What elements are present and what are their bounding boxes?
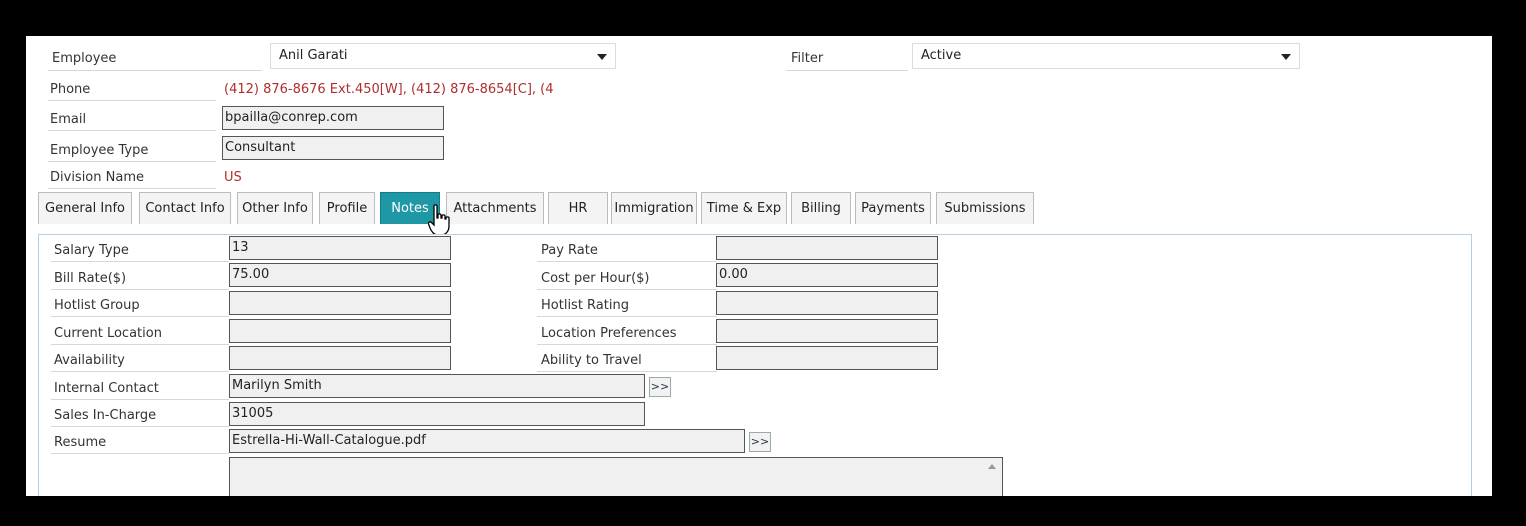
scroll-up-arrow-icon[interactable] xyxy=(988,464,996,469)
email-field[interactable]: bpailla@conrep.com xyxy=(222,106,444,130)
divider xyxy=(537,316,717,317)
current-location-label: Current Location xyxy=(54,326,162,341)
availability-field[interactable] xyxy=(229,346,451,370)
cost-per-hour-field[interactable]: 0.00 xyxy=(716,263,938,287)
tab-other-info[interactable]: Other Info xyxy=(237,192,313,224)
location-preferences-label: Location Preferences xyxy=(541,326,677,341)
tab-general-info[interactable]: General Info xyxy=(38,192,132,224)
divider xyxy=(48,130,216,131)
tab-profile[interactable]: Profile xyxy=(319,192,375,224)
employee-label: Employee xyxy=(52,51,117,66)
employee-select-value: Anil Garati xyxy=(279,48,348,63)
hotlist-rating-field[interactable] xyxy=(716,291,938,315)
internal-contact-field[interactable]: Marilyn Smith xyxy=(229,374,645,398)
internal-contact-label: Internal Contact xyxy=(54,381,159,396)
sales-in-charge-label: Sales In-Charge xyxy=(54,408,157,423)
division-label: Division Name xyxy=(50,170,144,185)
divider xyxy=(48,161,216,162)
pay-rate-field[interactable] xyxy=(716,236,938,260)
cost-per-hour-label: Cost per Hour($) xyxy=(541,271,650,286)
phone-value: (412) 876-8676 Ext.450[W], (412) 876-865… xyxy=(224,82,554,97)
divider xyxy=(537,371,717,372)
availability-label: Availability xyxy=(54,353,125,368)
divider xyxy=(48,100,216,101)
resume-field[interactable]: Estrella-Hi-Wall-Catalogue.pdf xyxy=(229,429,745,453)
employee-type-field[interactable]: Consultant xyxy=(222,136,444,160)
divider xyxy=(51,344,229,345)
hotlist-group-label: Hotlist Group xyxy=(54,298,140,313)
tab-submissions[interactable]: Submissions xyxy=(936,192,1034,224)
ability-to-travel-field[interactable] xyxy=(716,346,938,370)
chevron-down-icon xyxy=(1281,54,1291,60)
divider xyxy=(48,70,262,71)
divider xyxy=(786,70,908,71)
divider xyxy=(51,261,229,262)
divider xyxy=(48,188,216,189)
divider xyxy=(51,289,229,290)
internal-contact-picker-button[interactable]: >> xyxy=(649,377,671,397)
divider xyxy=(51,316,229,317)
filter-select-value: Active xyxy=(921,48,962,63)
division-value: US xyxy=(224,170,242,185)
pay-rate-label: Pay Rate xyxy=(541,243,598,258)
divider xyxy=(51,426,229,427)
salary-type-label: Salary Type xyxy=(54,243,129,258)
tab-billing[interactable]: Billing xyxy=(791,192,851,224)
hotlist-group-field[interactable] xyxy=(229,291,451,315)
divider xyxy=(537,344,717,345)
tab-hr[interactable]: HR xyxy=(548,192,608,224)
tab-immigration[interactable]: Immigration xyxy=(611,192,697,224)
employee-select[interactable]: Anil Garati xyxy=(270,43,616,69)
phone-label: Phone xyxy=(50,82,91,97)
divider xyxy=(51,453,229,454)
filter-select[interactable]: Active xyxy=(912,43,1300,69)
salary-type-field[interactable]: 13 xyxy=(229,236,451,260)
location-preferences-field[interactable] xyxy=(716,319,938,343)
ability-to-travel-label: Ability to Travel xyxy=(541,353,642,368)
hotlist-rating-label: Hotlist Rating xyxy=(541,298,629,313)
employee-type-label: Employee Type xyxy=(50,143,149,158)
notes-textarea[interactable] xyxy=(229,457,1003,496)
divider xyxy=(537,289,717,290)
divider xyxy=(537,261,717,262)
bill-rate-label: Bill Rate($) xyxy=(54,271,127,286)
email-label: Email xyxy=(50,112,87,127)
chevron-down-icon xyxy=(597,54,607,60)
current-location-field[interactable] xyxy=(229,319,451,343)
divider xyxy=(51,399,229,400)
filter-label: Filter xyxy=(791,51,824,66)
resume-picker-button[interactable]: >> xyxy=(749,432,771,452)
resume-label: Resume xyxy=(54,435,107,450)
tab-attachments[interactable]: Attachments xyxy=(446,192,544,224)
divider xyxy=(51,371,229,372)
bill-rate-field[interactable]: 75.00 xyxy=(229,263,451,287)
hand-pointer-icon xyxy=(428,204,450,236)
employee-form-window: Employee Anil Garati Filter Active Phone… xyxy=(26,36,1492,496)
general-info-panel: Salary Type 13 Pay Rate Bill Rate($) 75.… xyxy=(38,234,1472,496)
sales-in-charge-field[interactable]: 31005 xyxy=(229,402,645,426)
tab-time-exp[interactable]: Time & Exp xyxy=(701,192,787,224)
tab-contact-info[interactable]: Contact Info xyxy=(139,192,231,224)
tab-payments[interactable]: Payments xyxy=(855,192,931,224)
